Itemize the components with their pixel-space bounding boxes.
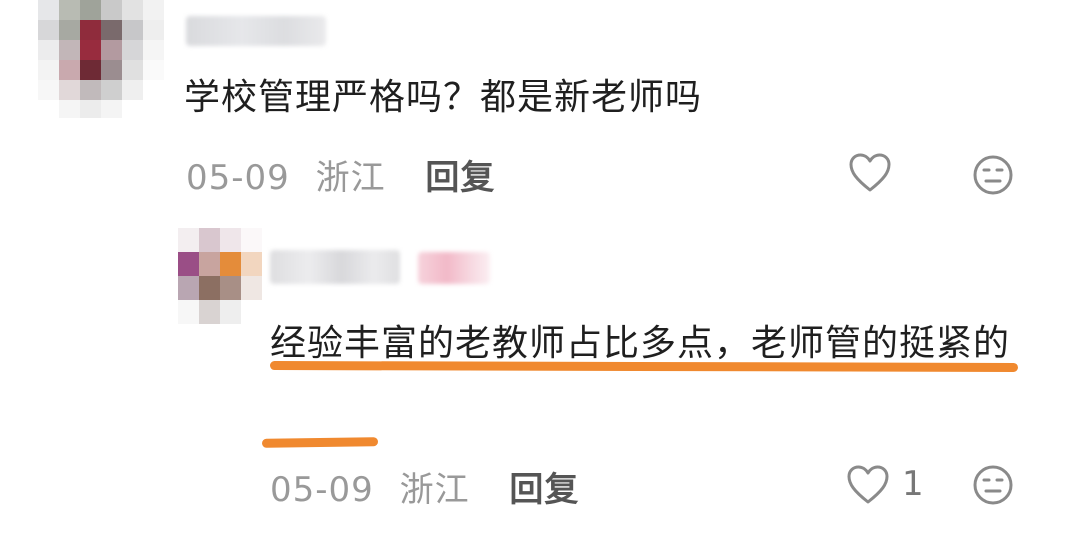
heart-outline-icon[interactable] [848,152,892,194]
reply-button[interactable]: 回复 [509,470,579,510]
avatar-pixel [122,60,143,80]
comment-date: 05-09 [270,470,374,510]
comment-location: 浙江 [399,470,470,510]
reply-button[interactable]: 回复 [425,158,495,198]
avatar-pixel [101,0,122,20]
avatar-pixel [143,80,164,100]
avatar-pixel [101,60,122,80]
avatar-pixel [80,0,101,20]
avatar-pixel [220,300,241,324]
avatar-pixel [220,228,241,252]
avatar-pixel [122,0,143,20]
comment-date: 05-09 [186,158,290,198]
avatar-pixel [38,100,59,118]
comment-meta: 05-09 浙江 回复 [270,462,579,511]
avatar-pixel [178,252,199,276]
comment-location: 浙江 [315,158,386,198]
avatar-pixel [122,40,143,60]
avatar-pixel [143,20,164,40]
avatar-pixel [122,100,143,118]
avatar-pixel [122,20,143,40]
avatar-pixel [59,80,80,100]
avatar-pixel [143,0,164,20]
avatar-pixel [220,276,241,300]
avatar-pixel [38,40,59,60]
avatar-pixel [241,276,262,300]
avatar[interactable] [38,0,164,118]
avatar-pixel [199,276,220,300]
avatar-pixel [59,20,80,40]
avatar-pixel [143,40,164,60]
avatar-pixel [199,228,220,252]
avatar-pixel [220,252,241,276]
avatar-pixel [80,40,101,60]
avatar-pixel [241,228,262,252]
avatar-pixel [241,300,262,324]
username-blurred[interactable] [186,16,326,46]
user-badge-blurred [418,252,490,284]
neutral-face-icon[interactable] [972,154,1014,196]
avatar-pixel [38,0,59,20]
username-blurred[interactable] [270,250,400,284]
avatar-pixel [80,80,101,100]
avatar-pixel [59,100,80,118]
avatar-pixel [101,80,122,100]
avatar-pixel [101,100,122,118]
avatar-pixel [38,20,59,40]
avatar-pixel [122,80,143,100]
comment-text: 学校管理严格吗？都是新老师吗 [184,77,703,118]
avatar-pixel [80,20,101,40]
avatar-pixel [38,60,59,80]
comment-meta: 05-09 浙江 回复 [186,150,495,199]
avatar[interactable] [178,228,262,324]
avatar-pixel [59,0,80,20]
avatar-pixel [199,300,220,324]
avatar-pixel [178,276,199,300]
avatar-pixel [241,252,262,276]
avatar-pixel [178,228,199,252]
avatar-pixel [80,60,101,80]
heart-outline-icon[interactable] [846,464,890,506]
avatar-pixel [59,40,80,60]
avatar-pixel [101,20,122,40]
avatar-pixel [38,80,59,100]
avatar-pixel [178,300,199,324]
neutral-face-icon[interactable] [972,464,1014,506]
avatar-pixel [59,60,80,80]
highlight-underline [261,437,379,448]
avatar-pixel [143,60,164,80]
avatar-pixel [80,100,101,118]
like-count: 1 [902,464,924,504]
avatar-pixel [101,40,122,60]
avatar-pixel [143,100,164,118]
avatar-pixel [199,252,220,276]
